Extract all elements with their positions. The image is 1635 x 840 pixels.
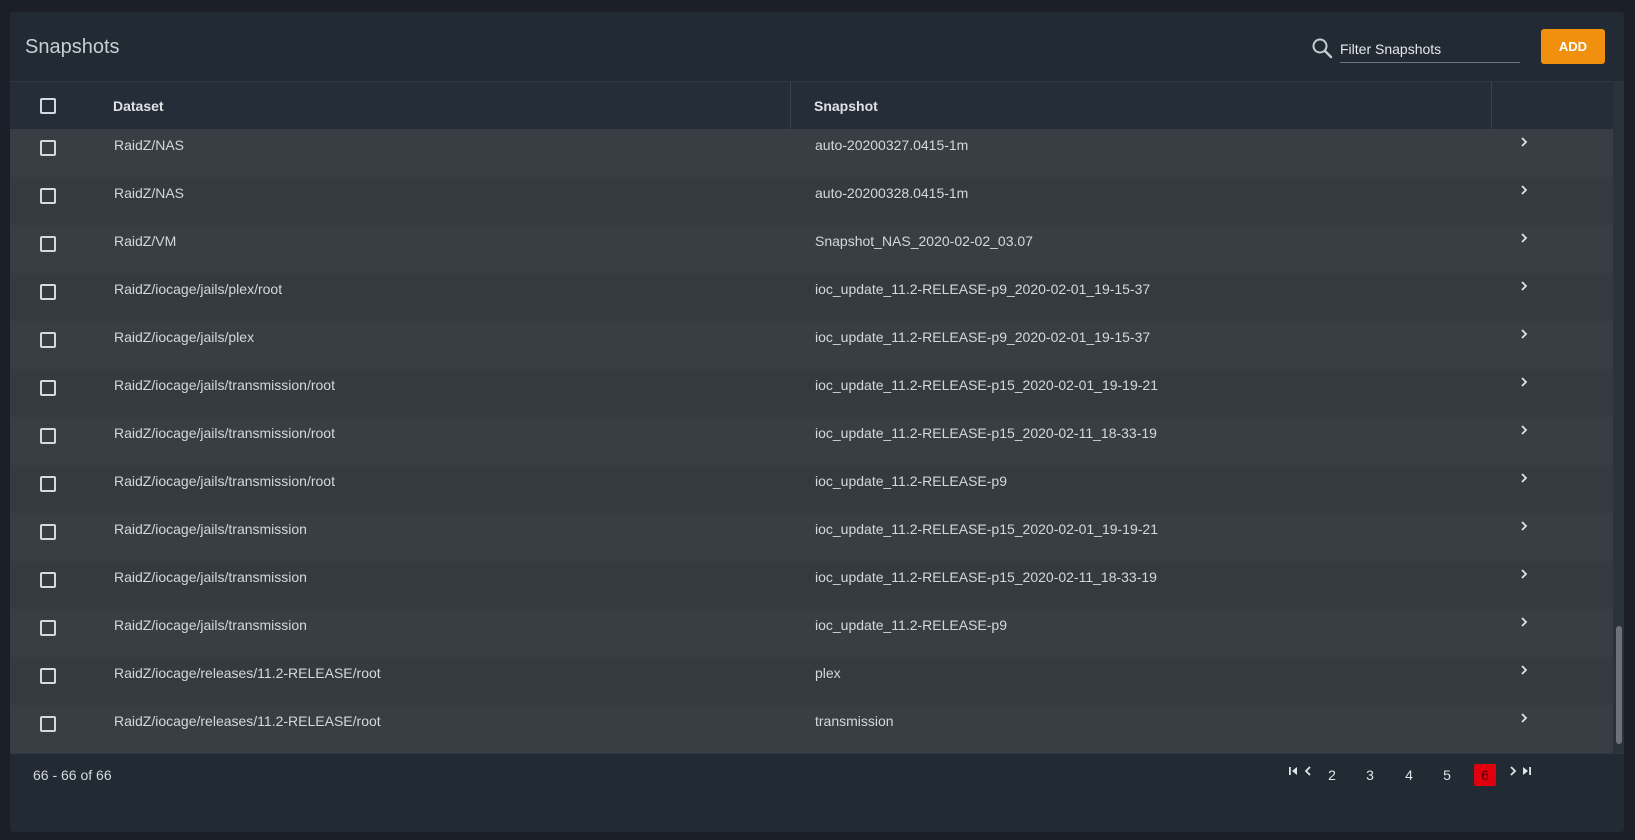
table-row[interactable]: RaidZ/NAS auto-20200328.0415-1m xyxy=(10,177,1613,225)
row-checkbox[interactable] xyxy=(40,140,56,156)
snapshot-cell: auto-20200327.0415-1m xyxy=(815,137,969,153)
row-checkbox[interactable] xyxy=(40,236,56,252)
chevron-right-icon[interactable] xyxy=(1517,183,1531,197)
dataset-cell: RaidZ/iocage/jails/transmission xyxy=(114,617,307,633)
card-header: Snapshots ADD xyxy=(10,12,1624,81)
row-checkbox[interactable] xyxy=(40,284,56,300)
page-button-6-active[interactable]: 6 xyxy=(1474,764,1496,786)
snapshot-cell: ioc_update_11.2-RELEASE-p9 xyxy=(815,617,1007,633)
snapshot-cell: ioc_update_11.2-RELEASE-p15_2020-02-11_1… xyxy=(815,425,1157,441)
table-row[interactable]: RaidZ/VM Snapshot_NAS_2020-02-02_03.07 xyxy=(10,225,1613,273)
snapshot-cell: Snapshot_NAS_2020-02-02_03.07 xyxy=(815,233,1033,249)
row-checkbox[interactable] xyxy=(40,476,56,492)
dataset-cell: RaidZ/NAS xyxy=(114,137,185,153)
chevron-right-icon[interactable] xyxy=(1517,567,1531,581)
row-checkbox[interactable] xyxy=(40,668,56,684)
chevron-right-icon[interactable] xyxy=(1517,471,1531,485)
table-row[interactable]: RaidZ/iocage/jails/transmission/root ioc… xyxy=(10,369,1613,417)
dataset-cell: RaidZ/iocage/releases/11.2-RELEASE/root xyxy=(114,713,381,729)
column-divider xyxy=(1491,82,1492,130)
row-checkbox[interactable] xyxy=(40,428,56,444)
select-all-checkbox[interactable] xyxy=(40,98,56,114)
page-button-3[interactable]: 3 xyxy=(1359,764,1381,786)
snapshot-cell: ioc_update_11.2-RELEASE-p9 xyxy=(815,473,1007,489)
table-row[interactable]: RaidZ/iocage/jails/plex ioc_update_11.2-… xyxy=(10,321,1613,369)
table-body: RaidZ/NAS auto-20200327.0415-1m RaidZ/NA… xyxy=(10,129,1613,753)
page-button-5[interactable]: 5 xyxy=(1436,764,1458,786)
vertical-scrollbar[interactable] xyxy=(1613,81,1624,753)
chevron-right-icon[interactable] xyxy=(1517,327,1531,341)
first-page-icon[interactable] xyxy=(1288,765,1300,777)
row-checkbox[interactable] xyxy=(40,188,56,204)
row-checkbox[interactable] xyxy=(40,716,56,732)
chevron-right-icon[interactable] xyxy=(1517,279,1531,293)
column-divider xyxy=(790,82,791,130)
table-row[interactable]: RaidZ/iocage/jails/transmission ioc_upda… xyxy=(10,609,1613,657)
snapshot-cell: plex xyxy=(815,665,841,681)
dataset-cell: RaidZ/NAS xyxy=(114,185,185,201)
page-button-4[interactable]: 4 xyxy=(1398,764,1420,786)
chevron-right-icon[interactable] xyxy=(1517,135,1531,149)
dataset-cell: RaidZ/iocage/jails/transmission/root xyxy=(114,425,335,441)
dataset-cell: RaidZ/iocage/jails/plex xyxy=(114,329,255,345)
snapshot-cell: ioc_update_11.2-RELEASE-p9_2020-02-01_19… xyxy=(815,329,1151,345)
snapshot-cell: ioc_update_11.2-RELEASE-p15_2020-02-01_1… xyxy=(815,377,1158,393)
column-header-snapshot[interactable]: Snapshot xyxy=(814,98,878,114)
table-row[interactable]: RaidZ/iocage/jails/plex/root ioc_update_… xyxy=(10,273,1613,321)
chevron-right-icon[interactable] xyxy=(1517,663,1531,677)
snapshot-cell: ioc_update_11.2-RELEASE-p15_2020-02-11_1… xyxy=(815,569,1157,585)
row-checkbox[interactable] xyxy=(40,572,56,588)
table-row[interactable]: RaidZ/iocage/jails/transmission ioc_upda… xyxy=(10,561,1613,609)
snapshots-card: Snapshots ADD Dataset Snapshot RaidZ/NAS… xyxy=(10,12,1624,832)
table-row[interactable]: RaidZ/iocage/jails/transmission ioc_upda… xyxy=(10,513,1613,561)
dataset-cell: RaidZ/VM xyxy=(114,233,177,249)
chevron-left-icon[interactable] xyxy=(1302,765,1314,777)
row-checkbox[interactable] xyxy=(40,380,56,396)
page-button-2[interactable]: 2 xyxy=(1321,764,1343,786)
add-button[interactable]: ADD xyxy=(1541,29,1605,64)
chevron-right-icon[interactable] xyxy=(1517,423,1531,437)
scrollbar-thumb[interactable] xyxy=(1616,626,1622,744)
table-row[interactable]: RaidZ/iocage/releases/11.2-RELEASE/root … xyxy=(10,705,1613,753)
snapshot-cell: ioc_update_11.2-RELEASE-p15_2020-02-01_1… xyxy=(815,521,1158,537)
dataset-cell: RaidZ/iocage/jails/transmission/root xyxy=(114,473,335,489)
last-page-icon[interactable] xyxy=(1520,765,1532,777)
dataset-cell: RaidZ/iocage/jails/transmission xyxy=(114,521,307,537)
chevron-right-icon[interactable] xyxy=(1507,765,1519,777)
search-icon xyxy=(1312,38,1333,59)
table-header: Dataset Snapshot xyxy=(10,81,1613,130)
pagination-range-label: 66 - 66 of 66 xyxy=(33,767,112,783)
table-row[interactable]: RaidZ/iocage/jails/transmission/root ioc… xyxy=(10,465,1613,513)
page-title: Snapshots xyxy=(25,36,120,58)
chevron-right-icon[interactable] xyxy=(1517,519,1531,533)
chevron-right-icon[interactable] xyxy=(1517,231,1531,245)
table-footer: 66 - 66 of 66 2 3 4 5 6 xyxy=(10,753,1624,832)
chevron-right-icon[interactable] xyxy=(1517,615,1531,629)
row-checkbox[interactable] xyxy=(40,524,56,540)
row-checkbox[interactable] xyxy=(40,332,56,348)
dataset-cell: RaidZ/iocage/jails/transmission/root xyxy=(114,377,335,393)
dataset-cell: RaidZ/iocage/jails/transmission xyxy=(114,569,307,585)
snapshot-cell: transmission xyxy=(815,713,894,729)
filter-snapshots-input[interactable] xyxy=(1340,36,1520,63)
column-header-dataset[interactable]: Dataset xyxy=(113,98,164,114)
dataset-cell: RaidZ/iocage/jails/plex/root xyxy=(114,281,283,297)
row-checkbox[interactable] xyxy=(40,620,56,636)
table-row[interactable]: RaidZ/NAS auto-20200327.0415-1m xyxy=(10,129,1613,177)
dataset-cell: RaidZ/iocage/releases/11.2-RELEASE/root xyxy=(114,665,381,681)
chevron-right-icon[interactable] xyxy=(1517,711,1531,725)
snapshot-cell: ioc_update_11.2-RELEASE-p9_2020-02-01_19… xyxy=(815,281,1151,297)
table-row[interactable]: RaidZ/iocage/jails/transmission/root ioc… xyxy=(10,417,1613,465)
chevron-right-icon[interactable] xyxy=(1517,375,1531,389)
table-row[interactable]: RaidZ/iocage/releases/11.2-RELEASE/root … xyxy=(10,657,1613,705)
snapshot-cell: auto-20200328.0415-1m xyxy=(815,185,969,201)
